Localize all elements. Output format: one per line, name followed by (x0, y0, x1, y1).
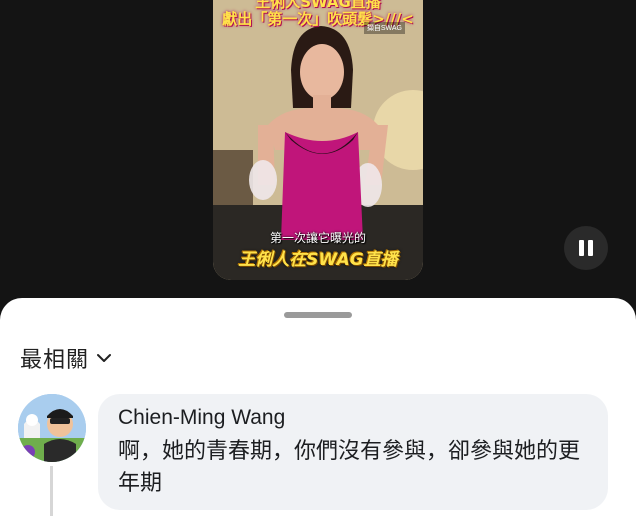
pause-icon (579, 240, 584, 256)
sort-label: 最相關 (20, 348, 90, 373)
video-subtitle: 第一次讓它曝光的 (269, 231, 366, 245)
pause-button[interactable] (564, 226, 608, 270)
thread-line (50, 466, 53, 516)
comment-bubble: Chien-Ming Wang 啊，她的青春期，你們沒有參與，卻參與她的更年期 (98, 394, 608, 510)
comment-author[interactable]: Chien-Ming Wang (118, 406, 285, 430)
watermark: 擷自SWAG (363, 22, 405, 34)
avatar-image (18, 394, 86, 462)
avatar[interactable] (18, 394, 86, 462)
sort-dropdown[interactable]: 最相關 (20, 342, 112, 374)
sheet-drag-handle[interactable] (284, 312, 352, 318)
comment-text: 啊，她的青春期，你們沒有參與，卻參與她的更年期 (118, 439, 581, 496)
video-player[interactable]: 王俐人SWAG直播 獻出「第一次」吹頭髮>///< 擷自SWAG 第一次讓它曝光… (213, 0, 423, 280)
video-banner: 王俐人在SWAG直播 (238, 250, 398, 270)
comments-sheet: 最相關 Chien-Ming Wang 啊，她的青春期，你們沒有參與，卻參與她的… (0, 298, 636, 528)
chevron-down-icon (97, 354, 112, 362)
